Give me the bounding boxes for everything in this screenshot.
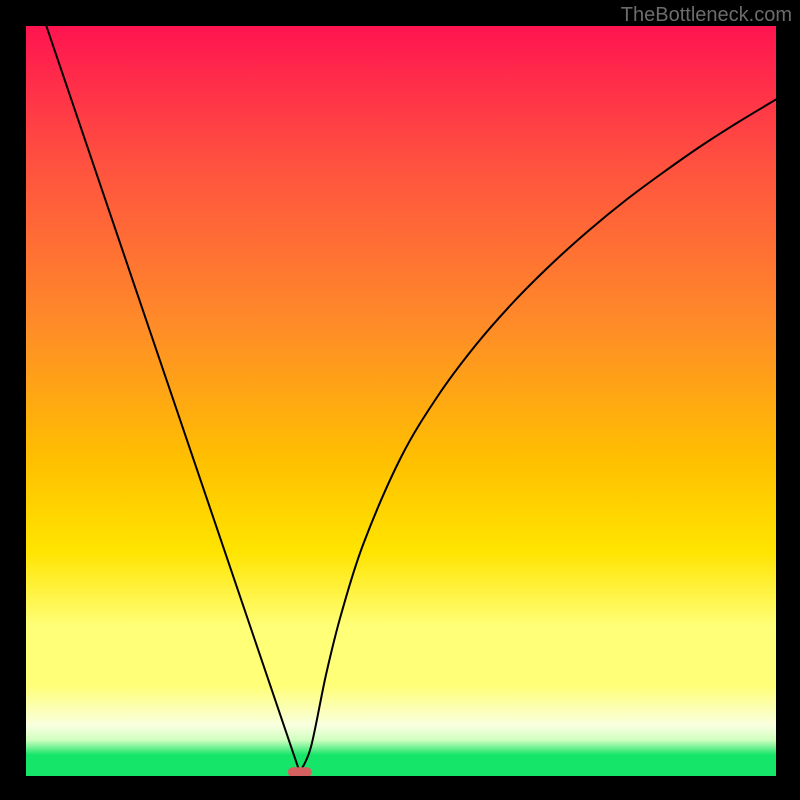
bottleneck-marker — [288, 767, 312, 776]
bottleneck-curve — [26, 26, 776, 772]
chart-gradient-area — [26, 26, 776, 776]
bottleneck-curve-svg — [26, 26, 776, 776]
watermark-text: TheBottleneck.com — [621, 4, 792, 27]
